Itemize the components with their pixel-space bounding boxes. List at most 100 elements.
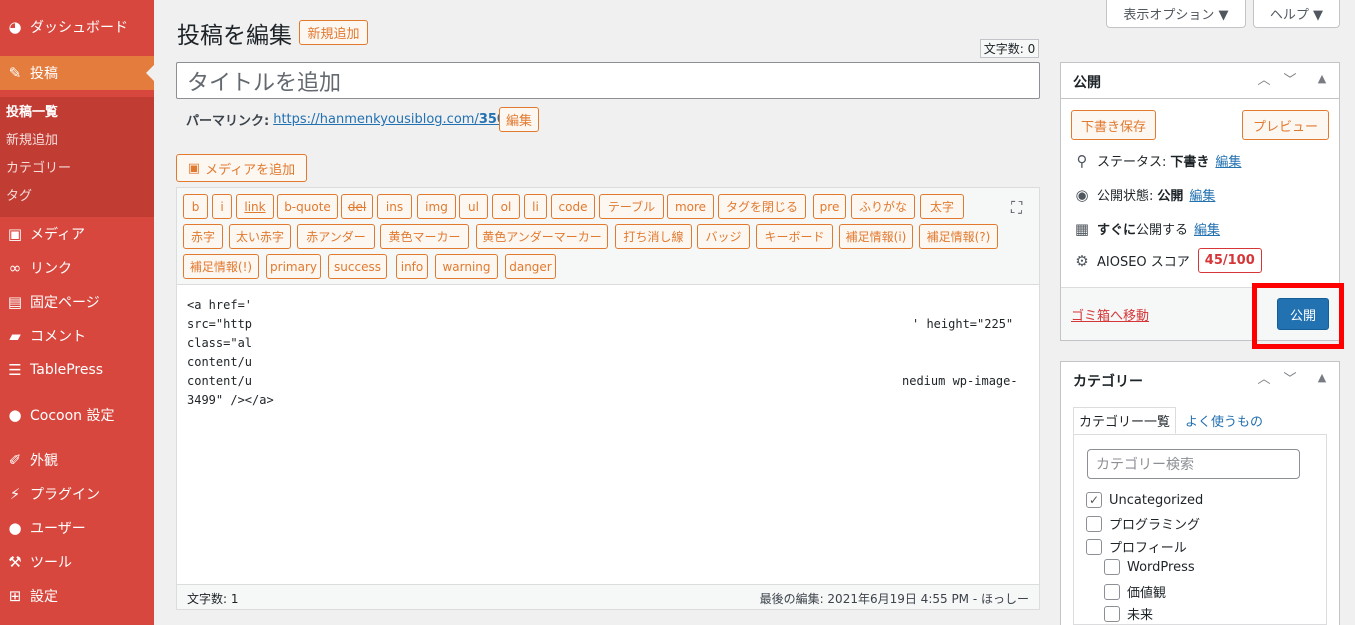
qt-warning[interactable]: warning	[435, 254, 498, 279]
qt-img[interactable]: img	[417, 194, 456, 219]
add-media-button[interactable]: ▣ メディアを追加	[176, 154, 307, 182]
qt-badge[interactable]: バッジ	[697, 224, 750, 249]
menu-settings[interactable]: ⊞ 設定	[0, 579, 154, 613]
preview-button[interactable]: プレビュー	[1242, 110, 1329, 140]
checkbox[interactable]	[1104, 605, 1120, 622]
qt-info-question[interactable]: 補足情報(?)	[919, 224, 998, 249]
qt-red-underline[interactable]: 赤アンダー	[297, 224, 375, 249]
editor-line: content/u nedium wp-image-	[187, 374, 1018, 388]
category-search-input[interactable]: カテゴリー検索	[1087, 449, 1300, 479]
permalink-label: パーマリンク:	[186, 114, 270, 129]
schedule-edit-link[interactable]: 編集	[1194, 219, 1220, 238]
category-item[interactable]: プロフィール	[1086, 537, 1187, 556]
qt-del[interactable]: del	[341, 194, 373, 219]
word-count: 文字数: 1	[187, 592, 239, 606]
status-edit-link[interactable]: 編集	[1215, 151, 1241, 170]
publish-button[interactable]: 公開	[1277, 298, 1329, 330]
aioseo-score-badge[interactable]: 45/100	[1197, 248, 1262, 273]
qt-info[interactable]: info	[396, 254, 428, 279]
menu-pages[interactable]: ▤ 固定ページ	[0, 285, 154, 319]
submenu-categories[interactable]: カテゴリー	[6, 157, 71, 176]
menu-users[interactable]: ● ユーザー	[0, 511, 154, 545]
screen-options-button[interactable]: 表示オプション ▼	[1106, 0, 1246, 28]
tab-all-categories[interactable]: カテゴリー一覧	[1073, 407, 1177, 434]
qt-primary[interactable]: primary	[266, 254, 321, 279]
category-item[interactable]: ✓ Uncategorized	[1086, 492, 1203, 508]
qt-yellow-under-marker[interactable]: 黄色アンダーマーカー	[476, 224, 608, 249]
schedule-row: ▦ すぐに 公開する 編集	[1071, 219, 1220, 239]
category-item[interactable]: WordPress	[1104, 559, 1195, 575]
qt-yellow-marker[interactable]: 黄色マーカー	[380, 224, 469, 249]
visibility-edit-link[interactable]: 編集	[1189, 185, 1215, 204]
qt-info-i[interactable]: 補足情報(i)	[839, 224, 913, 249]
permalink-url[interactable]: https://hanmenkyousiblog.com/3502-2/	[273, 112, 534, 127]
move-down-icon[interactable]: ﹀	[1280, 69, 1300, 88]
qt-italic[interactable]: i	[212, 194, 232, 219]
qt-bold[interactable]: b	[183, 194, 208, 219]
category-item[interactable]: 価値観	[1104, 582, 1166, 601]
menu-tablepress[interactable]: ☰ TablePress	[0, 353, 154, 387]
admin-sidebar: ◕ ダッシュボード ✎ 投稿 投稿一覧 新規追加 カテゴリー タグ ▣ メディア…	[0, 0, 154, 625]
qt-keyboard[interactable]: キーボード	[756, 224, 833, 249]
qt-ins[interactable]: ins	[377, 194, 412, 219]
posts-submenu: 投稿一覧 新規追加 カテゴリー タグ	[0, 97, 154, 217]
qt-link[interactable]: link	[236, 194, 274, 219]
quicktags-toolbar: b i link b-quote del ins img ul ol li co…	[177, 188, 1039, 285]
move-up-icon[interactable]: ︿	[1254, 69, 1274, 88]
collapse-icon[interactable]: ▲	[1312, 72, 1332, 85]
submenu-add-new[interactable]: 新規追加	[6, 129, 58, 148]
menu-links[interactable]: ∞ リンク	[0, 251, 154, 285]
collapse-icon[interactable]: ▲	[1312, 371, 1332, 384]
menu-dashboard[interactable]: ◕ ダッシュボード	[0, 10, 154, 44]
editor-line: src="http ' height="225"	[187, 317, 1014, 331]
submenu-tags[interactable]: タグ	[6, 185, 32, 204]
checkbox[interactable]	[1104, 583, 1120, 600]
menu-media[interactable]: ▣ メディア	[0, 217, 154, 251]
menu-tools[interactable]: ⚒ ツール	[0, 545, 154, 579]
permalink-edit-button[interactable]: 編集	[499, 107, 539, 132]
category-item[interactable]: 未来	[1104, 604, 1153, 623]
post-title-input[interactable]: タイトルを追加	[176, 62, 1040, 99]
qt-close-tags[interactable]: タグを閉じる	[718, 194, 806, 219]
qt-danger[interactable]: danger	[505, 254, 556, 279]
checkbox[interactable]	[1086, 538, 1102, 555]
menu-posts[interactable]: ✎ 投稿	[0, 56, 154, 90]
category-item[interactable]: プログラミング	[1086, 514, 1200, 533]
qt-success[interactable]: success	[328, 254, 387, 279]
fullscreen-icon[interactable]: ⛶	[1011, 198, 1022, 218]
visibility-row: ◉ 公開状態: 公開 編集	[1071, 185, 1215, 205]
checkbox-checked[interactable]: ✓	[1086, 492, 1102, 508]
qt-strikethrough[interactable]: 打ち消し線	[615, 224, 692, 249]
move-down-icon[interactable]: ﹀	[1280, 368, 1300, 387]
qt-ul[interactable]: ul	[459, 194, 488, 219]
qt-pre[interactable]: pre	[813, 194, 846, 219]
qt-red[interactable]: 赤字	[183, 224, 223, 249]
menu-plugins[interactable]: ⚡ プラグイン	[0, 477, 154, 511]
qt-more[interactable]: more	[667, 194, 714, 219]
submenu-all-posts[interactable]: 投稿一覧	[6, 101, 58, 120]
menu-comments[interactable]: ▰ コメント	[0, 319, 154, 353]
save-draft-button[interactable]: 下書き保存	[1071, 110, 1156, 140]
menu-appearance[interactable]: ✐ 外観	[0, 443, 154, 477]
qt-bold-red[interactable]: 太い赤字	[229, 224, 291, 249]
qt-table[interactable]: テーブル	[599, 194, 664, 219]
menu-cocoon[interactable]: ● Cocoon 設定	[0, 398, 154, 432]
editor-textarea[interactable]: <a href=' src="http ' height="225" class=…	[187, 296, 1027, 410]
add-new-button[interactable]: 新規追加	[299, 20, 368, 45]
qt-li[interactable]: li	[524, 194, 547, 219]
checkbox[interactable]	[1086, 515, 1102, 532]
qt-code[interactable]: code	[551, 194, 595, 219]
move-to-trash-link[interactable]: ゴミ箱へ移動	[1071, 305, 1149, 324]
comment-icon: ▰	[9, 327, 21, 345]
qt-info-exclaim[interactable]: 補足情報(!)	[183, 254, 259, 279]
qt-bquote[interactable]: b-quote	[277, 194, 338, 219]
move-up-icon[interactable]: ︿	[1254, 368, 1274, 387]
qt-bold-jp[interactable]: 太字	[920, 194, 964, 219]
checkbox[interactable]	[1104, 559, 1120, 575]
table-icon: ☰	[8, 361, 22, 379]
qt-furigana[interactable]: ふりがな	[851, 194, 915, 219]
tab-popular-categories[interactable]: よく使うもの	[1180, 407, 1268, 434]
plugin-icon: ⚡	[9, 485, 21, 503]
qt-ol[interactable]: ol	[492, 194, 520, 219]
help-button[interactable]: ヘルプ ▼	[1253, 0, 1340, 28]
